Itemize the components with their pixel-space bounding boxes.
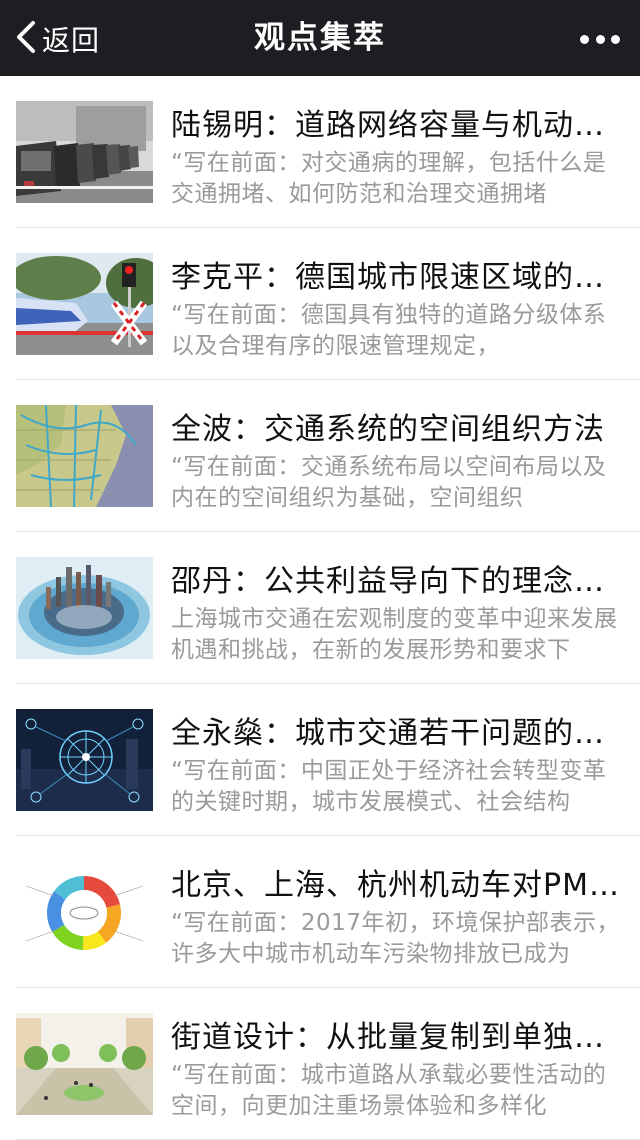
article-title: 陆锡明：道路网络容量与机动车保有量	[171, 108, 621, 143]
article-list: 陆锡明：道路网络容量与机动车保有量 “写在前面：对交通病的理解，包括什么是交通拥…	[0, 76, 640, 1140]
article-title: 李克平：德国城市限速区域的规划	[171, 260, 621, 295]
article-item[interactable]: 李克平：德国城市限速区域的规划 “写在前面：德国具有独特的道路分级体系以及合理有…	[0, 228, 640, 380]
donut-chart-thumbnail	[16, 861, 153, 963]
page-title: 观点集萃	[254, 20, 386, 56]
network-city-thumbnail	[16, 709, 153, 811]
article-item[interactable]: 北京、上海、杭州机动车对PM2.5的贡献 “写在前面：2017年初，环境保护部表…	[0, 836, 640, 988]
article-item[interactable]: 全永燊：城市交通若干问题的思考 “写在前面：中国正处于经济社会转型变革的关键时期…	[0, 684, 640, 836]
article-title: 北京、上海、杭州机动车对PM2.5的贡献	[171, 868, 621, 903]
article-title: 全永燊：城市交通若干问题的思考	[171, 716, 621, 751]
article-summary: “写在前面：德国具有独特的道路分级体系以及合理有序的限速管理规定，	[171, 302, 607, 359]
planet-city-thumbnail	[16, 557, 153, 659]
navigation-bar: 返回 观点集萃	[0, 0, 640, 76]
article-summary: “写在前面：2017年初，环境保护部表示，许多大中城市机动车污染物排放已成为	[171, 910, 620, 967]
traffic-jam-thumbnail	[16, 101, 153, 203]
article-summary: “写在前面：中国正处于经济社会转型变革的关键时期，城市发展模式、社会结构	[171, 758, 607, 815]
article-title: 邵丹：公共利益导向下的理念转变	[171, 564, 621, 599]
more-options-button[interactable]	[580, 26, 620, 52]
article-summary: 上海城市交通在宏观制度的变革中迎来发展机遇和挑战，在新的发展形势和要求下	[171, 606, 618, 663]
article-summary: “写在前面：交通系统布局以空间布局以及内在的空间组织为基础，空间组织	[171, 454, 607, 511]
street-design-thumbnail	[16, 1013, 153, 1115]
more-dot-icon	[580, 34, 589, 44]
more-dot-icon	[595, 34, 605, 44]
article-item[interactable]: 邵丹：公共利益导向下的理念转变 上海城市交通在宏观制度的变革中迎来发展机遇和挑战…	[0, 532, 640, 684]
article-summary: “写在前面：城市道路从承载必要性活动的空间，向更加注重场景体验和多样化	[171, 1062, 607, 1119]
article-item[interactable]: 陆锡明：道路网络容量与机动车保有量 “写在前面：对交通病的理解，包括什么是交通拥…	[0, 76, 640, 228]
article-summary: “写在前面：对交通病的理解，包括什么是交通拥堵、如何防范和治理交通拥堵	[171, 150, 607, 207]
railway-crossing-thumbnail	[16, 253, 153, 355]
article-title: 街道设计：从批量复制到单独定制	[171, 1020, 621, 1055]
city-map-thumbnail	[16, 405, 153, 507]
article-title: 全波：交通系统的空间组织方法	[171, 412, 605, 447]
article-item[interactable]: 街道设计：从批量复制到单独定制 “写在前面：城市道路从承载必要性活动的空间，向更…	[0, 988, 640, 1140]
article-item[interactable]: 全波：交通系统的空间组织方法 “写在前面：交通系统布局以空间布局以及内在的空间组…	[0, 380, 640, 532]
more-dot-icon	[611, 34, 620, 44]
